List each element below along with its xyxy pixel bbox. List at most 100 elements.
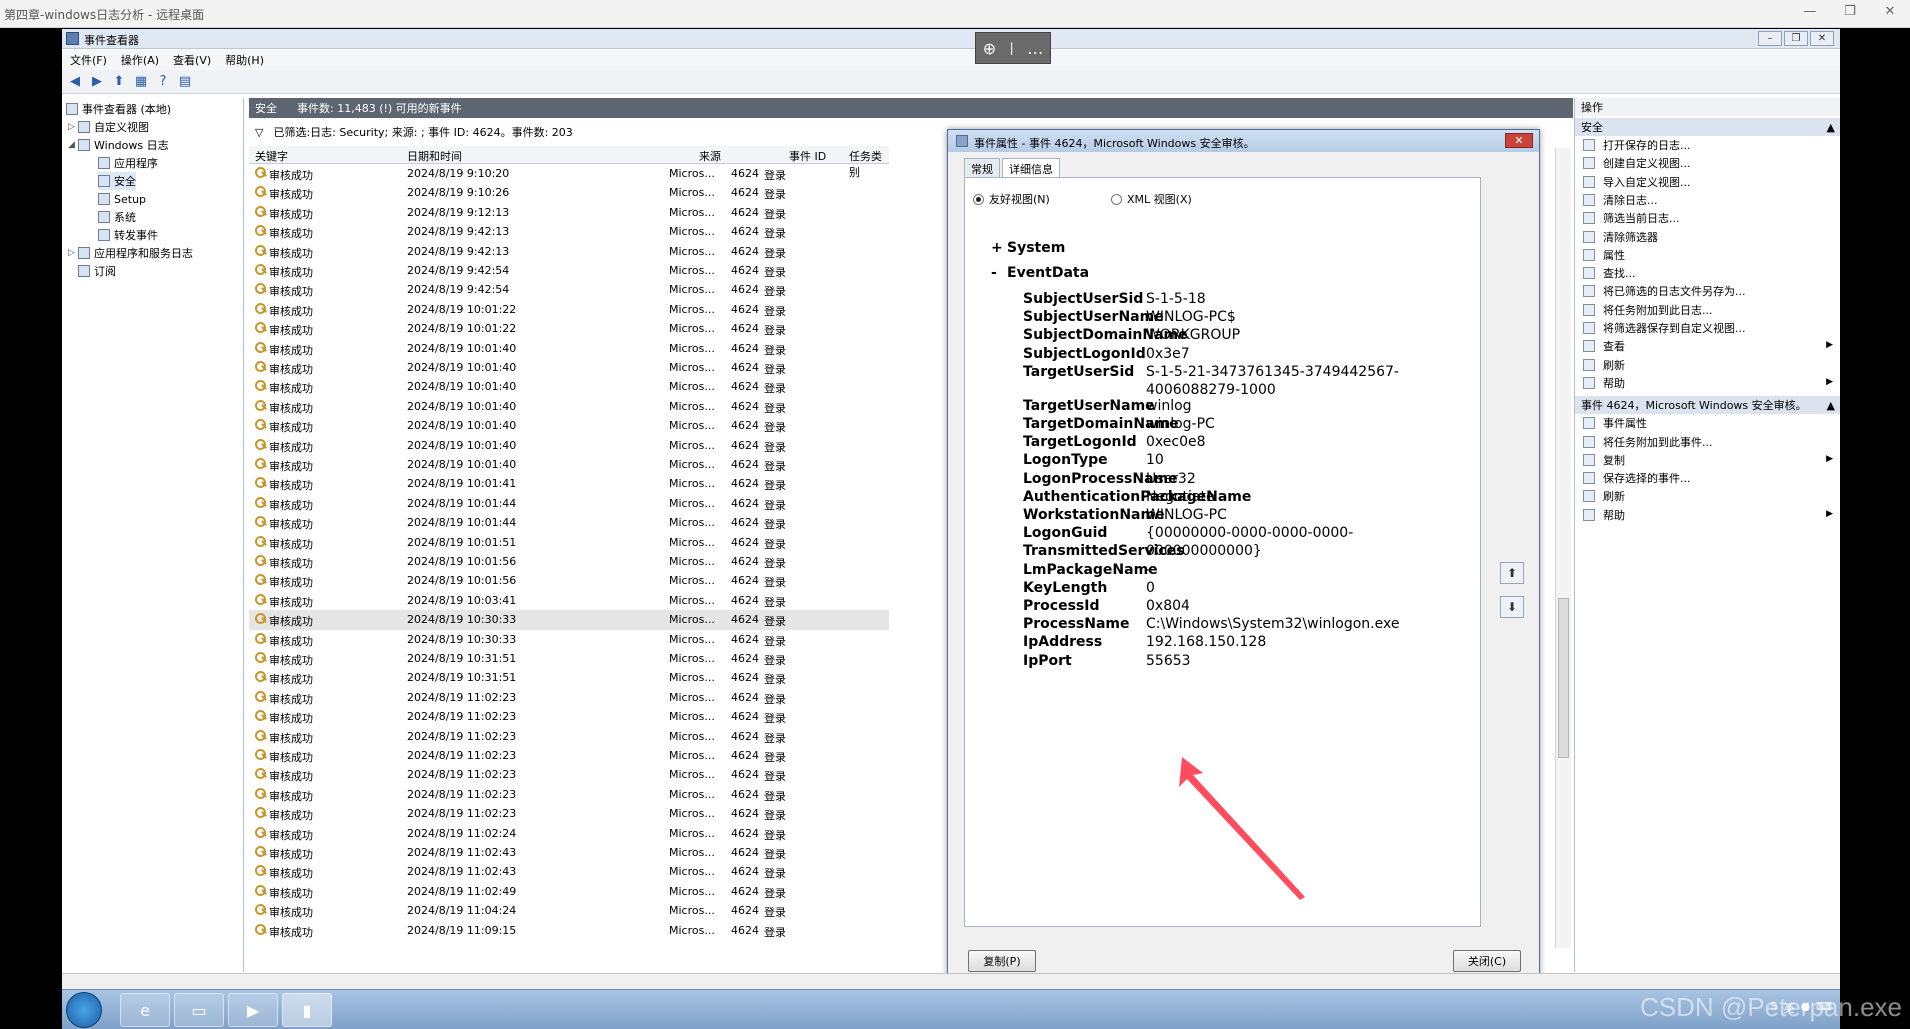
table-row[interactable]: 审核成功 2024/8/19 11:02:43 Micros... 4624 登录	[249, 862, 889, 881]
event-viewer-task-icon[interactable]: ▮	[282, 993, 332, 1027]
zoom-in-icon[interactable]: ⊕	[983, 39, 996, 58]
table-row[interactable]: 审核成功 2024/8/19 9:10:20 Micros... 4624 登录	[249, 164, 889, 183]
show-hide-action-icon[interactable]: ▤	[176, 73, 194, 91]
table-row[interactable]: 审核成功 2024/8/19 11:02:23 Micros... 4624 登录	[249, 765, 889, 784]
radio-icon[interactable]	[1111, 193, 1122, 205]
table-row[interactable]: 审核成功 2024/8/19 9:42:13 Micros... 4624 登录	[249, 222, 889, 241]
help-icon[interactable]: ?	[154, 73, 172, 91]
action-item[interactable]: 将任务附加到此日志...	[1575, 301, 1840, 319]
tab-general[interactable]: 常规	[964, 158, 1000, 179]
back-icon[interactable]: ◀	[66, 73, 84, 91]
action-item[interactable]: 复制 ▶	[1575, 451, 1840, 469]
tree-app-service-logs[interactable]: ▷ 应用程序和服务日志	[68, 244, 193, 262]
menu-view[interactable]: 查看(V)	[173, 52, 211, 68]
action-item[interactable]: 将已筛选的日志文件另存为...	[1575, 282, 1840, 300]
expand-icon[interactable]: ▷	[68, 122, 78, 132]
table-row[interactable]: 审核成功 2024/8/19 10:01:40 Micros... 4624 登录	[249, 416, 889, 435]
table-row[interactable]: 审核成功 2024/8/19 9:42:54 Micros... 4624 登录	[249, 280, 889, 299]
next-event-icon[interactable]: ⬇	[1500, 596, 1524, 618]
system-node[interactable]: + System	[991, 240, 1065, 256]
table-row[interactable]: 审核成功 2024/8/19 10:01:40 Micros... 4624 登录	[249, 455, 889, 474]
table-row[interactable]: 审核成功 2024/8/19 9:10:26 Micros... 4624 登录	[249, 183, 889, 202]
action-item[interactable]: 帮助 ▶	[1575, 506, 1840, 524]
action-item[interactable]: 筛选当前日志...	[1575, 209, 1840, 227]
action-item[interactable]: 查找...	[1575, 264, 1840, 282]
table-row[interactable]: 审核成功 2024/8/19 10:01:56 Micros... 4624 登录	[249, 571, 889, 590]
table-row[interactable]: 审核成功 2024/8/19 11:02:23 Micros... 4624 登录	[249, 727, 889, 746]
table-row[interactable]: 审核成功 2024/8/19 9:42:13 Micros... 4624 登录	[249, 242, 889, 261]
col-datetime[interactable]: 日期和时间	[407, 148, 462, 164]
action-item[interactable]: 导入自定义视图...	[1575, 173, 1840, 191]
table-row[interactable]: 审核成功 2024/8/19 11:02:23 Micros... 4624 登录	[249, 804, 889, 823]
table-row[interactable]: 审核成功 2024/8/19 11:02:23 Micros... 4624 登录	[249, 746, 889, 765]
table-row[interactable]: 审核成功 2024/8/19 10:31:51 Micros... 4624 登录	[249, 668, 889, 687]
table-row[interactable]: 审核成功 2024/8/19 10:31:51 Micros... 4624 登录	[249, 649, 889, 668]
table-row[interactable]: 审核成功 2024/8/19 10:01:56 Micros... 4624 登录	[249, 552, 889, 571]
tree-root[interactable]: 事件查看器 (本地)	[66, 100, 171, 118]
action-item[interactable]: 刷新	[1575, 487, 1840, 505]
table-row[interactable]: 审核成功 2024/8/19 10:01:40 Micros... 4624 登录	[249, 436, 889, 455]
table-row[interactable]: 审核成功 2024/8/19 9:42:54 Micros... 4624 登录	[249, 261, 889, 280]
action-item[interactable]: 清除日志...	[1575, 191, 1840, 209]
up-folder-icon[interactable]: ⬆	[110, 73, 128, 91]
table-row[interactable]: 审核成功 2024/8/19 10:01:44 Micros... 4624 登录	[249, 513, 889, 532]
action-item[interactable]: 刷新	[1575, 356, 1840, 374]
restore-icon[interactable]: ❐	[1830, 4, 1870, 24]
tree-system[interactable]: 系统	[98, 208, 136, 226]
action-item[interactable]: 将筛选器保存到自定义视图...	[1575, 319, 1840, 337]
table-row[interactable]: 审核成功 2024/8/19 11:02:24 Micros... 4624 登录	[249, 824, 889, 843]
tab-details[interactable]: 详细信息	[1002, 158, 1060, 179]
action-item[interactable]: 将任务附加到此事件...	[1575, 433, 1840, 451]
explorer-icon[interactable]: ▭	[174, 993, 224, 1027]
table-row[interactable]: 审核成功 2024/8/19 10:01:41 Micros... 4624 登录	[249, 474, 889, 493]
ie-icon[interactable]: e	[120, 993, 170, 1027]
table-row[interactable]: 审核成功 2024/8/19 11:04:24 Micros... 4624 登录	[249, 901, 889, 920]
table-row[interactable]: 审核成功 2024/8/19 10:01:40 Micros... 4624 登录	[249, 397, 889, 416]
table-row[interactable]: 审核成功 2024/8/19 10:01:40 Micros... 4624 登录	[249, 377, 889, 396]
action-item[interactable]: 属性	[1575, 246, 1840, 264]
friendly-view-radio[interactable]: 友好视图(N)	[973, 191, 1050, 207]
action-item[interactable]: 打开保存的日志...	[1575, 136, 1840, 154]
dialog-close-icon[interactable]: ✕	[1505, 133, 1533, 148]
menu-file[interactable]: 文件(F)	[70, 52, 107, 68]
close-icon[interactable]: ✕	[1870, 4, 1910, 24]
start-button[interactable]	[66, 992, 102, 1028]
scrollbar-thumb[interactable]	[1558, 598, 1569, 758]
table-row[interactable]: 审核成功 2024/8/19 10:01:40 Micros... 4624 登录	[249, 339, 889, 358]
table-row[interactable]: 审核成功 2024/8/19 10:01:44 Micros... 4624 登录	[249, 494, 889, 513]
forward-icon[interactable]: ▶	[88, 73, 106, 91]
submenu-arrow-icon[interactable]: ▶	[1826, 509, 1833, 519]
actions-section-security[interactable]: 安全 ▲	[1575, 118, 1840, 136]
table-row[interactable]: 审核成功 2024/8/19 10:30:33 Micros... 4624 登录	[249, 630, 889, 649]
app-restore-icon[interactable]: ❐	[1784, 31, 1808, 46]
collapse-icon[interactable]: -	[991, 265, 1007, 281]
submenu-arrow-icon[interactable]: ▶	[1826, 340, 1833, 350]
xml-view-radio[interactable]: XML 视图(X)	[1111, 191, 1192, 207]
tree-subscriptions[interactable]: 订阅	[78, 262, 116, 280]
radio-selected-icon[interactable]	[973, 193, 984, 205]
table-row[interactable]: 审核成功 2024/8/19 9:12:13 Micros... 4624 登录	[249, 203, 889, 222]
copy-button[interactable]: 复制(P)	[968, 950, 1036, 972]
table-row[interactable]: 审核成功 2024/8/19 10:01:22 Micros... 4624 登录	[249, 300, 889, 319]
table-row[interactable]: 审核成功 2024/8/19 11:02:23 Micros... 4624 登录	[249, 707, 889, 726]
table-row[interactable]: 审核成功 2024/8/19 11:02:23 Micros... 4624 登录	[249, 785, 889, 804]
col-source[interactable]: 来源	[699, 148, 721, 164]
table-row[interactable]: 审核成功 2024/8/19 10:03:41 Micros... 4624 登录	[249, 591, 889, 610]
expand-icon[interactable]: ▷	[68, 248, 78, 258]
table-row[interactable]: 审核成功 2024/8/19 10:30:33 Micros... 4624 登录	[249, 610, 889, 630]
close-button[interactable]: 关闭(C)	[1453, 950, 1521, 972]
table-row[interactable]: 审核成功 2024/8/19 10:01:51 Micros... 4624 登录	[249, 533, 889, 552]
table-row[interactable]: 审核成功 2024/8/19 10:01:40 Micros... 4624 登录	[249, 358, 889, 377]
tree-security[interactable]: 安全	[98, 172, 136, 190]
col-keyword[interactable]: 关键字	[255, 148, 288, 164]
expand-icon[interactable]: +	[991, 240, 1007, 256]
action-item[interactable]: 查看 ▶	[1575, 337, 1840, 355]
menu-action[interactable]: 操作(A)	[121, 52, 159, 68]
eventdata-node[interactable]: - EventData	[991, 265, 1089, 281]
app-close-icon[interactable]: ✕	[1810, 31, 1834, 46]
rdp-zoom-bar[interactable]: ⊕ | …	[975, 32, 1051, 64]
show-hide-tree-icon[interactable]: ▦	[132, 73, 150, 91]
action-item[interactable]: 创建自定义视图...	[1575, 154, 1840, 172]
col-event-id[interactable]: 事件 ID	[789, 148, 826, 164]
action-item[interactable]: 清除筛选器	[1575, 228, 1840, 246]
